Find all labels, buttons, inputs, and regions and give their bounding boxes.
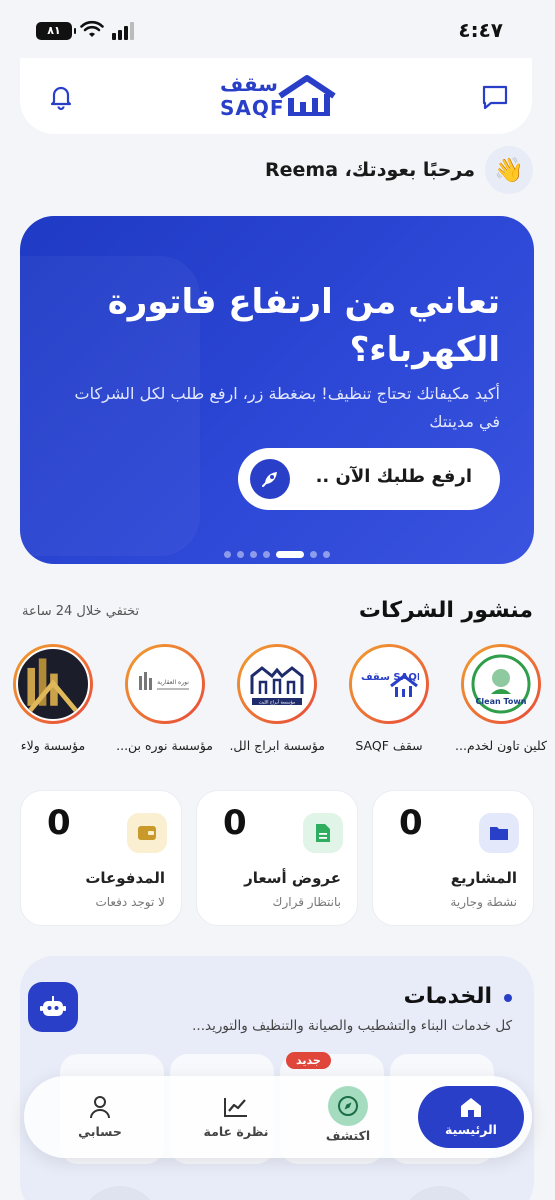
carousel-dot[interactable] xyxy=(263,551,270,558)
greeting: 👋 مرحبًا بعودتك، Reema xyxy=(265,144,533,196)
wifi-icon xyxy=(80,20,104,37)
nav-overview-label: نظرة عامة xyxy=(203,1124,269,1139)
company-story[interactable]: سقف SAQF سقف SAQF xyxy=(341,644,437,753)
nav-overview[interactable]: نظرة عامة xyxy=(182,1076,290,1158)
logo-arabic: سقف xyxy=(220,72,278,96)
noura-logo: نوره العقارية xyxy=(128,647,202,721)
carousel-dots[interactable] xyxy=(20,544,534,558)
compass-icon xyxy=(328,1086,368,1126)
clean-town-logo-text: Clean Town xyxy=(476,697,527,706)
home-icon xyxy=(456,1092,486,1122)
payments-stat-card[interactable]: 0 المدفوعات لا توجد دفعات xyxy=(20,790,182,926)
nav-account-label: حسابي xyxy=(78,1124,122,1139)
nav-home[interactable]: الرئيسية xyxy=(418,1086,524,1148)
company-stories: Clean Town كلين تاون لخدم... سقف SAQF سق… xyxy=(0,644,555,764)
chart-icon xyxy=(221,1092,251,1122)
company-story[interactable]: نوره العقارية مؤسسة نوره بن... xyxy=(117,644,213,753)
projects-count: 0 xyxy=(399,803,423,843)
rocket-icon xyxy=(250,459,290,499)
nav-home-label: الرئيسية xyxy=(445,1122,497,1137)
payments-count: 0 xyxy=(47,803,71,843)
services-title: الخدمات xyxy=(403,984,492,1009)
submit-request-button[interactable]: ارفع طلبك الآن .. xyxy=(238,448,500,510)
carousel-dot[interactable] xyxy=(310,551,317,558)
status-bar: ٤:٤٧ ٨١ xyxy=(0,0,555,62)
company-name: كلين تاون لخدم... xyxy=(455,738,547,753)
carousel-dot[interactable] xyxy=(250,551,257,558)
services-subtitle: كل خدمات البناء والتشطيب والصيانة والتنظ… xyxy=(192,1018,512,1034)
saqf-company-logo: سقف SAQF xyxy=(352,647,426,721)
app-header: سقف SAQF xyxy=(20,58,532,134)
nav-explore-label: اكتشف xyxy=(325,1128,371,1143)
chat-icon[interactable] xyxy=(480,82,510,112)
abraj-logo: مؤسسة أبراج اللبث xyxy=(240,647,314,721)
carousel-dot[interactable] xyxy=(237,551,244,558)
new-badge: جديد xyxy=(286,1052,331,1069)
quotes-label: عروض أسعار xyxy=(244,869,341,887)
payments-label: المدفوعات xyxy=(85,869,165,887)
status-time: ٤:٤٧ xyxy=(458,18,503,42)
abraj-logo-text: مؤسسة أبراج اللبث xyxy=(259,699,296,706)
projects-label: المشاريع xyxy=(450,869,517,887)
nav-explore[interactable]: اكتشف xyxy=(294,1076,402,1158)
quotes-sub: بانتظار قرارك xyxy=(272,895,341,909)
user-icon xyxy=(85,1092,115,1122)
carousel-dot[interactable] xyxy=(276,551,304,558)
noura-logo-text: نوره العقارية xyxy=(157,679,189,686)
logo-english: SAQF xyxy=(220,96,285,120)
wallet-icon xyxy=(127,813,167,853)
greeting-text: مرحبًا بعودتك، Reema xyxy=(265,159,475,181)
bell-icon[interactable] xyxy=(46,82,76,112)
company-name: مؤسسة ابراج الل... xyxy=(229,738,325,753)
section-bullet xyxy=(504,994,512,1002)
company-name: سقف SAQF xyxy=(355,738,423,753)
clean-town-logo: Clean Town xyxy=(464,647,538,721)
payments-sub: لا توجد دفعات xyxy=(95,895,165,909)
document-icon xyxy=(303,813,343,853)
company-name: مؤسسة ولاء xyxy=(20,738,86,753)
quotes-count: 0 xyxy=(223,803,247,843)
bottom-navigation: الرئيسية اكتشف نظرة عامة حسابي xyxy=(24,1076,532,1158)
projects-sub: نشطة وجارية xyxy=(450,895,517,909)
carousel-dot[interactable] xyxy=(323,551,330,558)
company-story[interactable]: مؤسسة أبراج اللبث مؤسسة ابراج الل... xyxy=(229,644,325,753)
quotes-stat-card[interactable]: 0 عروض أسعار بانتظار قرارك xyxy=(196,790,358,926)
companies-expiry-note: تختفي خلال 24 ساعة xyxy=(22,604,140,619)
banner-subtitle: أكيد مكيفاتك تحتاج تنظيف! بضغطة زر، ارفع… xyxy=(74,384,500,431)
submit-request-label: ارفع طلبك الآن .. xyxy=(315,466,472,487)
ai-assistant-button[interactable] xyxy=(28,982,78,1032)
banner-title: تعاني من ارتفاع فاتورة الكهرباء؟ xyxy=(107,282,500,370)
signal-icon xyxy=(112,22,134,40)
saqf-logo: سقف SAQF xyxy=(220,72,336,122)
battery-icon: ٨١ xyxy=(36,22,76,40)
promo-banner[interactable]: تعاني من ارتفاع فاتورة الكهرباء؟ أكيد مك… xyxy=(20,216,534,564)
logo-house-icon xyxy=(278,75,336,116)
nav-account[interactable]: حسابي xyxy=(46,1076,154,1158)
wave-hand-icon: 👋 xyxy=(485,146,533,194)
company-story[interactable]: مؤسسة ولاء xyxy=(5,644,101,753)
folder-icon xyxy=(479,813,519,853)
company-story[interactable]: Clean Town كلين تاون لخدم... xyxy=(453,644,549,753)
companies-section-title: منشور الشركات xyxy=(358,598,533,623)
walaa-logo xyxy=(16,647,90,721)
company-name: مؤسسة نوره بن... xyxy=(117,738,213,753)
carousel-dot[interactable] xyxy=(224,551,231,558)
projects-stat-card[interactable]: 0 المشاريع نشطة وجارية xyxy=(372,790,534,926)
